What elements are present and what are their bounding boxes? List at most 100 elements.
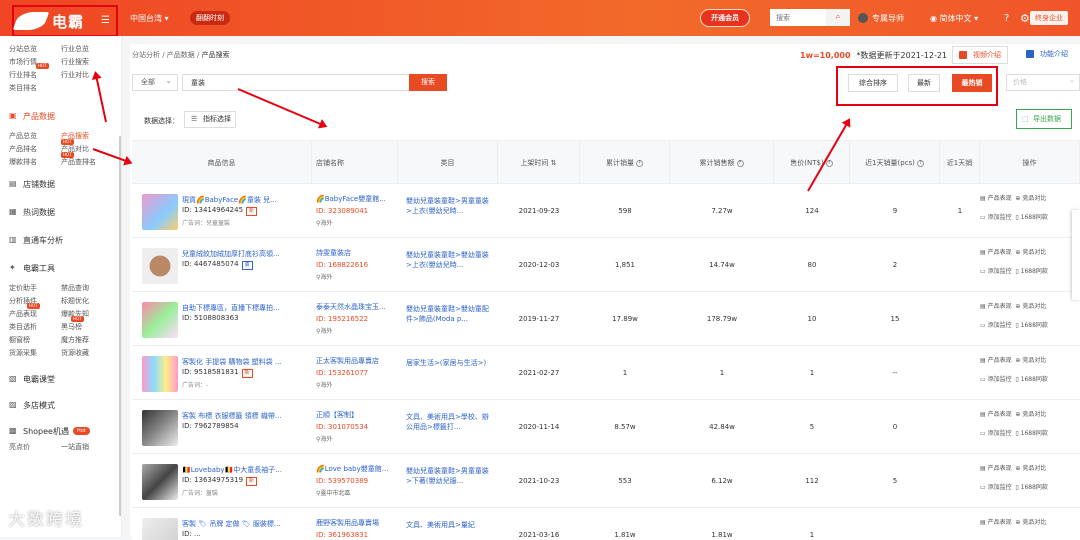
video-intro-button[interactable]: 视频介绍 <box>952 46 1008 64</box>
same-1688-link[interactable]: 1688同款 <box>1021 484 1048 491</box>
category-path[interactable]: 嬰幼兒童裝童鞋>嬰幼童配件>飾品(Moda p... <box>406 304 492 334</box>
settings-icon[interactable]: ⚙ <box>1020 0 1030 36</box>
same-1688-link[interactable]: 1688同款 <box>1021 214 1048 221</box>
product-performance-link[interactable]: 产品表现 <box>988 303 1012 310</box>
user-menu[interactable]: 专属导师 <box>858 0 904 36</box>
compare-link[interactable]: 竞品对比 <box>1022 411 1046 418</box>
menu-toggle-icon[interactable]: ☰ <box>101 15 110 26</box>
category-path[interactable]: 文具、美術用具>學校、辦公用品>標籤打... <box>406 412 492 442</box>
sidebar-item[interactable]: 行业排名 HOT <box>9 63 61 80</box>
same-1688-link[interactable]: 1688同款 <box>1021 322 1048 329</box>
monitor-link[interactable]: 添加监控 <box>988 376 1012 383</box>
product-title[interactable]: 🇧🇪Lovebaby🇧🇪中大童長袖子... <box>182 465 312 475</box>
category-path[interactable]: 嬰幼兒童裝童鞋>男童童裝>下著(嬰幼兒服... <box>406 466 492 496</box>
compare-link[interactable]: 竞品对比 <box>1022 519 1046 526</box>
compare-link[interactable]: 竞品对比 <box>1022 357 1046 364</box>
category-select[interactable]: 全部 <box>132 73 178 91</box>
sidebar-item[interactable]: 产品排名 <box>9 144 61 154</box>
sidebar-item[interactable]: 分析插件 HOT <box>9 296 61 309</box>
sidebar-item[interactable]: 市场行情 <box>9 57 61 67</box>
product-performance-link[interactable]: 产品表现 <box>988 249 1012 256</box>
membership-button[interactable]: 开通会员 <box>700 0 750 36</box>
sidebar-item[interactable]: 产品查排名 <box>61 157 121 167</box>
product-performance-link[interactable]: 产品表现 <box>988 519 1012 526</box>
same-1688-link[interactable]: 1688同款 <box>1021 268 1048 275</box>
monitor-link[interactable]: 添加监控 <box>988 322 1012 329</box>
sidebar-item[interactable]: 分站总览 <box>9 44 61 54</box>
language-select[interactable]: ◉ 简体中文 ▾ <box>930 0 978 36</box>
compare-link[interactable]: 竞品对比 <box>1022 465 1046 472</box>
product-title[interactable]: 客製化 手提袋 購物袋 塑料袋 ... <box>182 357 312 367</box>
sidebar-item[interactable]: 类目透析 <box>9 322 61 332</box>
store-name[interactable]: 泰泰天然水晶珠宝玉... <box>316 302 398 312</box>
sidebar-scrollbar[interactable] <box>119 136 121 516</box>
product-thumbnail[interactable] <box>142 464 178 500</box>
sidebar-item[interactable]: 定价助手 <box>9 283 61 293</box>
product-title[interactable]: 兒童絨紋加絨加厚打底衫高領... <box>182 249 312 259</box>
sidebar-item[interactable]: 橱窗榜 <box>9 335 61 345</box>
col-sales[interactable]: 累计销量? <box>580 141 670 185</box>
product-performance-link[interactable]: 产品表现 <box>988 465 1012 472</box>
col-price[interactable]: 售价(NT$)? <box>774 141 850 185</box>
keyword-input[interactable] <box>182 74 410 91</box>
sidebar-item[interactable]: 禁品查询 <box>61 283 121 293</box>
category-path[interactable]: 居家生活>(家居与生活>) <box>406 358 492 388</box>
sidebar-item[interactable]: 类目排名 <box>9 83 61 93</box>
feature-intro-button[interactable]: 功能介绍 <box>1020 46 1074 62</box>
sidebar-section-shopee[interactable]: ▩ Shopee机遇 Hot <box>0 422 121 440</box>
product-thumbnail[interactable] <box>142 410 178 446</box>
store-name[interactable]: 正順【客制】 <box>316 410 398 420</box>
monitor-link[interactable]: 添加监控 <box>988 214 1012 221</box>
same-1688-link[interactable]: 1688同款 <box>1021 430 1048 437</box>
monitor-link[interactable]: 添加监控 <box>988 430 1012 437</box>
sidebar-item[interactable]: 货源收藏 <box>61 348 121 358</box>
sidebar-item[interactable]: 亮点价 <box>9 442 61 452</box>
compare-link[interactable]: 竞品对比 <box>1022 195 1046 202</box>
product-thumbnail[interactable] <box>142 356 178 392</box>
sidebar-item[interactable]: 爆款先知 HOT <box>61 309 121 322</box>
help-icon[interactable]: ? <box>1004 0 1009 36</box>
monitor-link[interactable]: 添加监控 <box>988 484 1012 491</box>
region-select[interactable]: 中国台湾 ▾ <box>130 0 169 36</box>
sidebar-section-class[interactable]: ▧ 电霸课堂 <box>0 370 121 388</box>
product-title[interactable]: 現貨🌈BabyFace🌈童裝 兒... <box>182 195 312 205</box>
product-title[interactable]: 自助下標專區，直播下標專拍... <box>182 303 312 313</box>
global-search-input[interactable] <box>770 9 824 26</box>
promo-badge[interactable]: 翻翻时刻 <box>190 0 230 36</box>
product-title[interactable]: 客製 🏷 吊牌 定做 🏷 服裝標... <box>182 519 312 529</box>
sidebar-section-ads[interactable]: ▥ 直通车分析 <box>0 231 121 249</box>
product-thumbnail[interactable] <box>142 248 178 284</box>
product-performance-link[interactable]: 产品表现 <box>988 357 1012 364</box>
product-thumbnail[interactable] <box>142 302 178 338</box>
export-button[interactable]: 导出数据 <box>1016 109 1072 129</box>
compare-link[interactable]: 竞品对比 <box>1022 249 1046 256</box>
sidebar-item[interactable]: 行业总览 <box>61 44 121 54</box>
sidebar-section-multistore[interactable]: ▨ 多店模式 <box>0 396 121 414</box>
metric-select-button[interactable]: 指标选择 <box>184 111 236 128</box>
sidebar-item[interactable]: 产品对比 HOT <box>61 144 121 158</box>
store-name[interactable]: 🌈BabyFace嬰童館... <box>316 194 398 204</box>
store-name[interactable]: 🌈Love baby嬰童館... <box>316 464 398 474</box>
logo[interactable]: 电霸 ☰ <box>12 5 118 37</box>
search-button[interactable]: 搜索 <box>409 74 447 91</box>
category-path[interactable]: 嬰幼兒童裝童鞋>嬰幼童裝>上衣(嬰幼兒時... <box>406 250 492 280</box>
product-title[interactable]: 客製 布標 衣服標籤 領標 織帶... <box>182 411 312 421</box>
sort-bestselling-button[interactable]: 最热销 <box>952 74 992 92</box>
sort-comprehensive-button[interactable]: 综合排序 <box>848 74 898 92</box>
product-performance-link[interactable]: 产品表现 <box>988 195 1012 202</box>
sidebar-item[interactable]: 货源采集 <box>9 348 61 358</box>
org-button[interactable]: 终身企业 <box>1030 0 1068 36</box>
search-icon[interactable]: ⌕ <box>826 9 850 26</box>
sidebar-item-product-search[interactable]: 产品搜索 HOT <box>61 131 121 145</box>
monitor-link[interactable]: 添加监控 <box>988 268 1012 275</box>
sidebar-item[interactable]: 爆款排名 <box>9 157 61 167</box>
sidebar-item[interactable]: 标题优化 <box>61 296 121 306</box>
side-float-panel[interactable] <box>1072 210 1080 300</box>
same-1688-link[interactable]: 1688同款 <box>1021 376 1048 383</box>
product-performance-link[interactable]: 产品表现 <box>988 411 1012 418</box>
product-thumbnail[interactable] <box>142 194 178 230</box>
sidebar-item[interactable]: 魔方推荐 <box>61 335 121 345</box>
compare-link[interactable]: 竞品对比 <box>1022 303 1046 310</box>
store-name[interactable]: 正太客製用品專賣店 <box>316 356 398 366</box>
col-day-sales[interactable]: 近1天销量(pcs)? <box>850 141 940 185</box>
